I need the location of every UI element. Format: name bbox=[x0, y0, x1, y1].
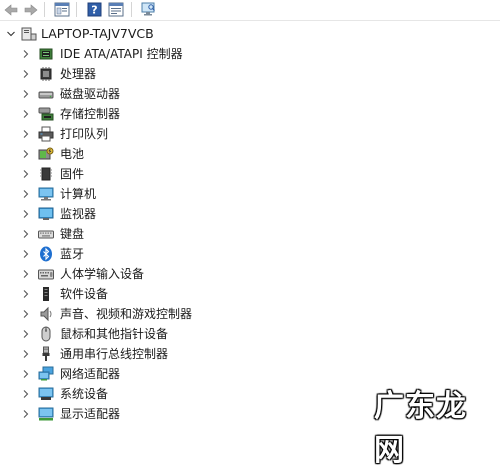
scan-hardware-button[interactable] bbox=[139, 1, 157, 18]
chevron-right-icon[interactable] bbox=[21, 229, 31, 239]
tree-item-label: 磁盘驱动器 bbox=[60, 87, 121, 101]
ide-controller-icon bbox=[38, 46, 54, 62]
chevron-right-icon[interactable] bbox=[21, 389, 31, 399]
back-icon bbox=[4, 3, 18, 16]
tree-item-human-interface-devices[interactable]: 人体学输入设备 bbox=[0, 264, 500, 284]
bluetooth-icon bbox=[38, 246, 54, 262]
system-device-icon bbox=[38, 386, 54, 402]
chevron-right-icon[interactable] bbox=[21, 349, 31, 359]
chevron-right-icon[interactable] bbox=[21, 249, 31, 259]
tree-item-sound-video-game-controllers[interactable]: 声音、视频和游戏控制器 bbox=[0, 304, 500, 324]
show-hide-console-tree-button[interactable] bbox=[53, 1, 71, 18]
tree-item-label: 处理器 bbox=[60, 67, 97, 81]
tree-item-print-queues[interactable]: 打印队列 bbox=[0, 124, 500, 144]
tree-item-storage-controllers[interactable]: 存储控制器 bbox=[0, 104, 500, 124]
firmware-icon bbox=[38, 166, 54, 182]
watermark-text: 广东龙网 bbox=[374, 389, 467, 468]
tree-item-label: 人体学输入设备 bbox=[60, 267, 145, 281]
monitor-icon bbox=[38, 206, 54, 222]
tree-item-mice-pointing-devices[interactable]: 鼠标和其他指针设备 bbox=[0, 324, 500, 344]
chevron-right-icon[interactable] bbox=[21, 49, 31, 59]
processor-icon bbox=[38, 66, 54, 82]
tree-item-monitors[interactable]: 监视器 bbox=[0, 204, 500, 224]
software-device-icon bbox=[38, 286, 54, 302]
toolbar-separator bbox=[44, 2, 45, 17]
usb-icon bbox=[38, 346, 54, 362]
chevron-right-icon[interactable] bbox=[21, 309, 31, 319]
tree-item-label: 系统设备 bbox=[60, 387, 109, 401]
tree-item-keyboards[interactable]: 键盘 bbox=[0, 224, 500, 244]
tree-item-bluetooth[interactable]: 蓝牙 bbox=[0, 244, 500, 264]
tree-item-label: 打印队列 bbox=[60, 127, 109, 141]
chevron-right-icon[interactable] bbox=[21, 89, 31, 99]
show-hide-console-tree-icon bbox=[54, 2, 70, 17]
chevron-right-icon[interactable] bbox=[21, 189, 31, 199]
chevron-right-icon[interactable] bbox=[21, 69, 31, 79]
battery-icon bbox=[38, 146, 54, 162]
svg-text:?: ? bbox=[91, 4, 97, 17]
tree-item-label: 声音、视频和游戏控制器 bbox=[60, 307, 193, 321]
tree-item-label: 通用串行总线控制器 bbox=[60, 347, 169, 361]
chevron-right-icon[interactable] bbox=[21, 109, 31, 119]
help-icon: ? bbox=[87, 2, 101, 17]
toolbar-separator bbox=[76, 2, 77, 17]
tree-item-disk-drives[interactable]: 磁盘驱动器 bbox=[0, 84, 500, 104]
chevron-right-icon[interactable] bbox=[21, 369, 31, 379]
speaker-icon bbox=[38, 306, 54, 322]
chevron-right-icon[interactable] bbox=[21, 169, 31, 179]
disk-drive-icon bbox=[38, 86, 54, 102]
tree-item-label: 网络适配器 bbox=[60, 367, 121, 381]
chevron-right-icon[interactable] bbox=[21, 329, 31, 339]
chevron-right-icon[interactable] bbox=[21, 209, 31, 219]
forward-button[interactable] bbox=[22, 1, 40, 18]
tree-item-label: 计算机 bbox=[60, 187, 97, 201]
mouse-icon bbox=[38, 326, 54, 342]
properties-icon bbox=[108, 2, 124, 17]
chevron-right-icon[interactable] bbox=[21, 129, 31, 139]
computer-root-icon bbox=[21, 26, 37, 42]
chevron-right-icon[interactable] bbox=[21, 149, 31, 159]
chevron-down-icon[interactable] bbox=[6, 29, 16, 39]
tree-item-processors[interactable]: 处理器 bbox=[0, 64, 500, 84]
tree-item-label: 软件设备 bbox=[60, 287, 109, 301]
watermark-logo: 广东龙网 bbox=[366, 373, 496, 468]
tree-item-ide-ata-atapi-controllers[interactable]: IDE ATA/ATAPI 控制器 bbox=[0, 44, 500, 64]
tree-item-label: 固件 bbox=[60, 167, 85, 181]
back-button[interactable] bbox=[2, 1, 20, 18]
tree-item-label: 监视器 bbox=[60, 207, 97, 221]
tree-item-label: 鼠标和其他指针设备 bbox=[60, 327, 169, 341]
toolbar: ? bbox=[0, 0, 500, 21]
tree-item-label: 键盘 bbox=[60, 227, 85, 241]
toolbar-separator bbox=[131, 2, 132, 17]
tree-root-item[interactable]: LAPTOP-TAJV7VCB bbox=[0, 24, 500, 44]
tree-item-label: 存储控制器 bbox=[60, 107, 121, 121]
printer-icon bbox=[38, 126, 54, 142]
scan-hardware-icon bbox=[141, 2, 155, 16]
tree-item-computer[interactable]: 计算机 bbox=[0, 184, 500, 204]
help-button[interactable]: ? bbox=[85, 1, 103, 18]
keyboard-icon bbox=[38, 226, 54, 242]
chevron-right-icon[interactable] bbox=[21, 289, 31, 299]
hid-icon bbox=[38, 266, 54, 282]
tree-item-batteries[interactable]: 电池 bbox=[0, 144, 500, 164]
storage-controller-icon bbox=[38, 106, 54, 122]
tree-item-usb-controllers[interactable]: 通用串行总线控制器 bbox=[0, 344, 500, 364]
properties-button[interactable] bbox=[107, 1, 125, 18]
chevron-right-icon[interactable] bbox=[21, 409, 31, 419]
chevron-right-icon[interactable] bbox=[21, 269, 31, 279]
tree-item-firmware[interactable]: 固件 bbox=[0, 164, 500, 184]
tree-item-software-devices[interactable]: 软件设备 bbox=[0, 284, 500, 304]
computer-icon bbox=[38, 186, 54, 202]
tree-item-label: 电池 bbox=[60, 147, 85, 161]
display-adapter-icon bbox=[38, 406, 54, 422]
forward-icon bbox=[24, 3, 38, 16]
network-adapter-icon bbox=[38, 366, 54, 382]
tree-item-label: 显示适配器 bbox=[60, 407, 121, 421]
tree-item-label: 蓝牙 bbox=[60, 247, 85, 261]
tree-item-label: IDE ATA/ATAPI 控制器 bbox=[60, 47, 183, 61]
tree-root-label: LAPTOP-TAJV7VCB bbox=[41, 26, 154, 41]
